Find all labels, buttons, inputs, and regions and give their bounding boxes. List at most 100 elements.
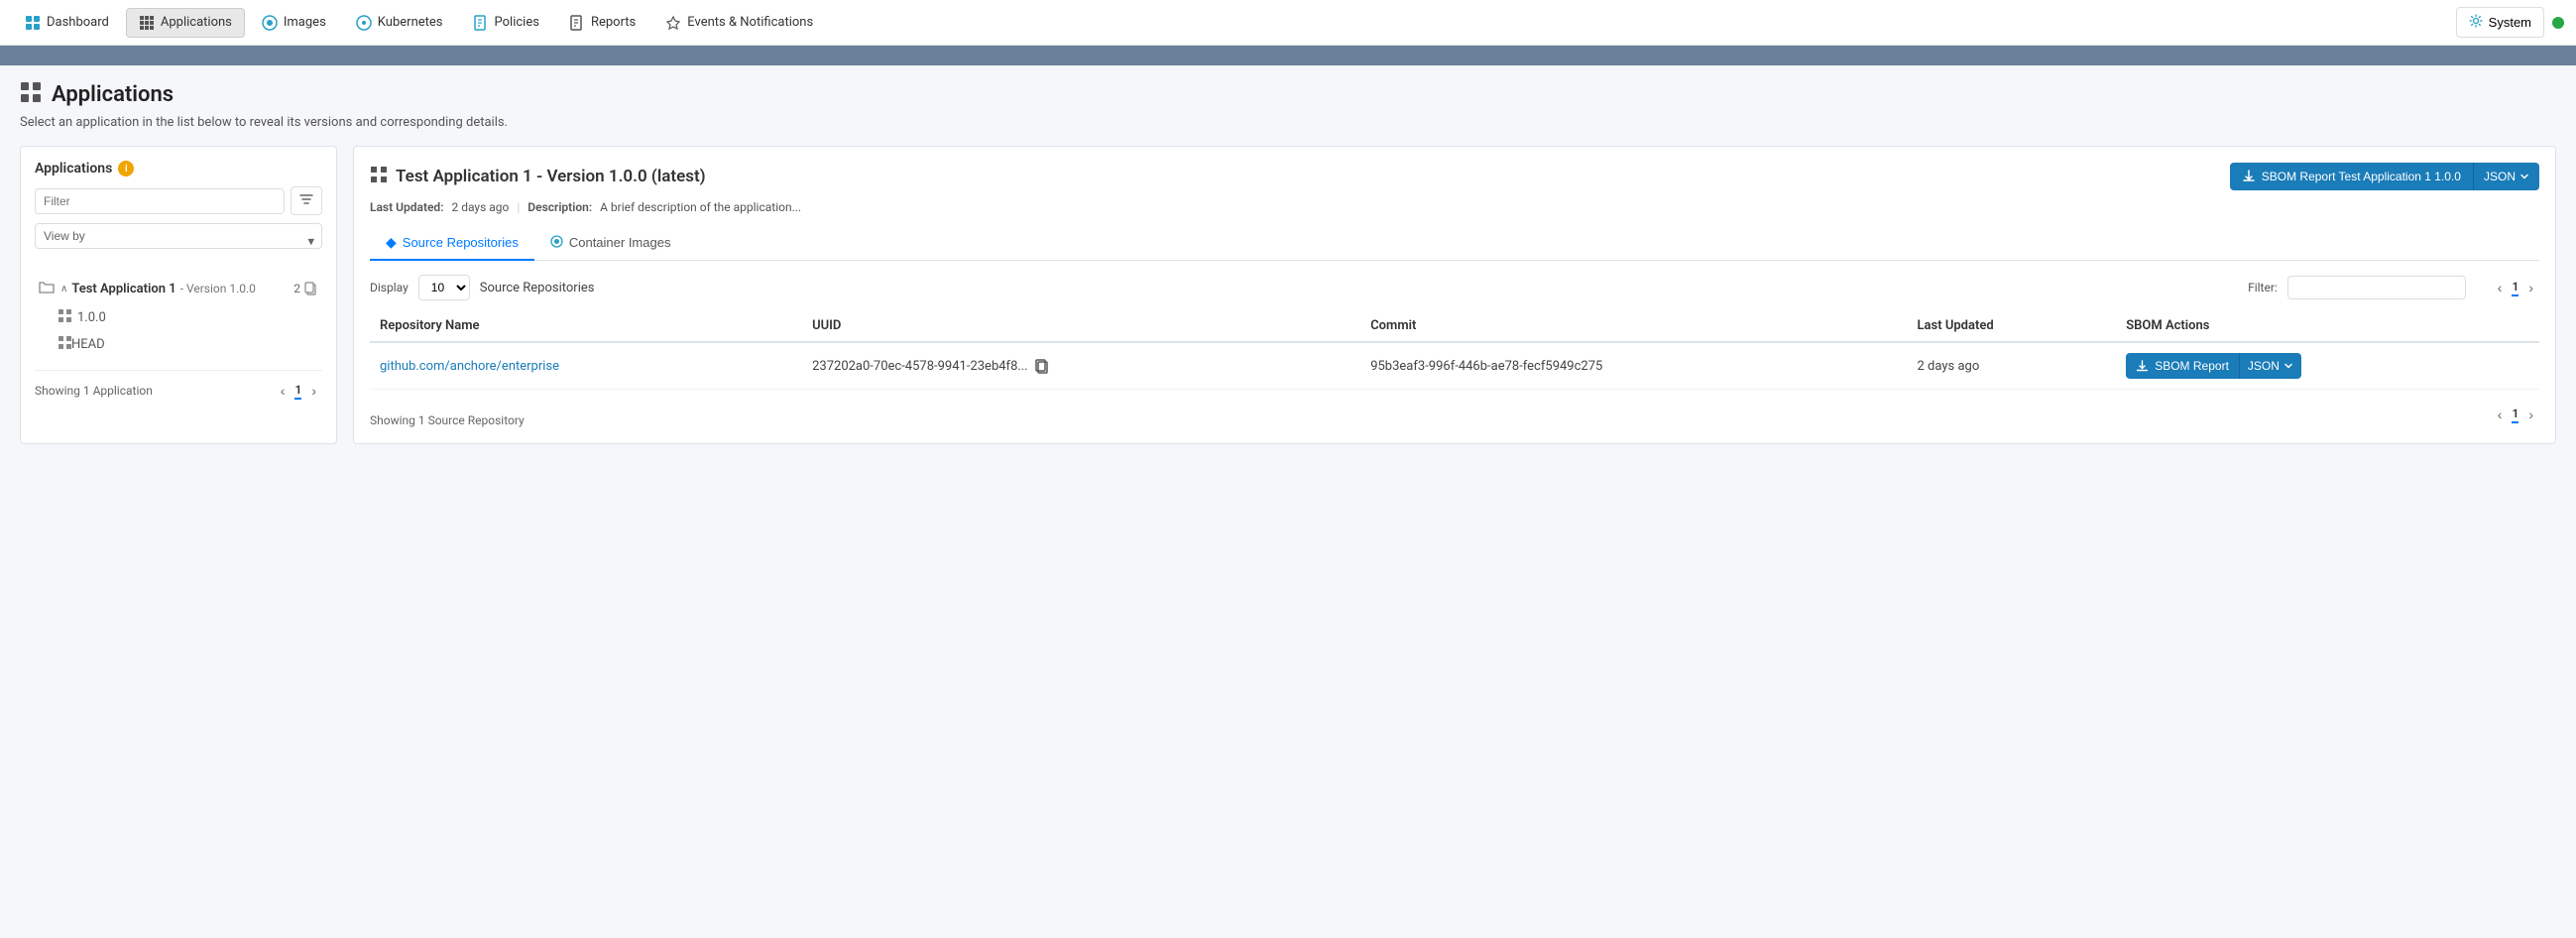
json-dropdown-button[interactable]: JSON — [2473, 163, 2539, 190]
sbom-download-button[interactable]: SBOM Report Test Application 1 1.0.0 — [2230, 163, 2473, 190]
last-updated-label: Last Updated: — [370, 200, 443, 214]
sbom-btn-label: SBOM Report Test Application 1 1.0.0 — [2262, 170, 2461, 183]
page-subtitle: Select an application in the list below … — [20, 115, 2556, 130]
row-download-icon — [2136, 360, 2149, 373]
view-by-wrapper: View by — [35, 223, 322, 261]
row-json-label: JSON — [2248, 359, 2280, 373]
row-sbom-label: SBOM Report — [2155, 359, 2229, 373]
col-sbom-actions: SBOM Actions — [2116, 310, 2539, 342]
app-header-grid-icon — [370, 166, 388, 188]
sbom-btn-group: SBOM Report Test Application 1 1.0.0 JSO… — [2230, 163, 2539, 190]
app-header-row: Test Application 1 - Version 1.0.0 (late… — [370, 163, 2539, 190]
nav-applications-label: Applications — [161, 15, 232, 30]
status-indicator — [2552, 17, 2564, 29]
table-body: github.com/anchore/enterprise 237202a0-7… — [370, 342, 2539, 390]
col-last-updated: Last Updated — [1908, 310, 2117, 342]
prev-page-btn[interactable]: ‹ — [275, 381, 292, 401]
nav-dashboard[interactable]: Dashboard — [12, 8, 122, 38]
table-toolbar: Display 10 25 50 Source Repositories Fil… — [370, 275, 2539, 300]
nav-reports-label: Reports — [591, 15, 636, 30]
nav-kubernetes-label: Kubernetes — [378, 15, 443, 30]
filter-label: Filter: — [2248, 281, 2278, 294]
uuid-copy-icon[interactable] — [1034, 358, 1050, 374]
col-commit: Commit — [1360, 310, 1907, 342]
system-button[interactable]: System — [2456, 7, 2544, 38]
meta-row: Last Updated: 2 days ago | Description: … — [370, 200, 2539, 214]
view-by-select[interactable]: View by — [35, 223, 322, 249]
left-panel: Applications i View by ∧ Test A — [20, 146, 337, 444]
system-label: System — [2489, 15, 2531, 30]
folder-icon — [39, 279, 55, 298]
gear-icon — [2469, 14, 2483, 31]
app-title-text: Test Application 1 - Version 1.0.0 (late… — [396, 167, 706, 186]
row-chevron-down-icon — [2283, 361, 2293, 371]
nav-events-label: Events & Notifications — [687, 15, 813, 30]
nav-policies-label: Policies — [495, 15, 539, 30]
last-updated-value: 2 days ago — [451, 200, 509, 214]
repo-link[interactable]: github.com/anchore/enterprise — [380, 359, 559, 374]
nav-kubernetes[interactable]: Kubernetes — [343, 8, 456, 38]
showing-apps-text: Showing 1 Application — [35, 384, 153, 398]
main-content: Applications Select an application in th… — [0, 65, 2576, 938]
dashboard-icon — [25, 15, 41, 31]
app-header-title: Test Application 1 - Version 1.0.0 (late… — [370, 166, 706, 188]
top-navigation: Dashboard Applications Images Kubernetes… — [0, 0, 2576, 46]
page-title: Applications — [52, 82, 174, 107]
nav-events[interactable]: Events & Notifications — [652, 8, 826, 38]
bottom-next-page-btn[interactable]: › — [2522, 405, 2539, 424]
copy-icon — [304, 282, 318, 295]
table-header: Repository Name UUID Commit Last Updated… — [370, 310, 2539, 342]
nav-applications[interactable]: Applications — [126, 8, 245, 38]
nav-images-label: Images — [284, 15, 326, 30]
layout: Applications i View by ∧ Test A — [20, 146, 2556, 444]
bottom-page-number: 1 — [2512, 407, 2518, 423]
col-repo-name: Repository Name — [370, 310, 802, 342]
page-number: 1 — [294, 383, 301, 400]
app-tree-item[interactable]: ∧ Test Application 1 - Version 1.0.0 2 — [35, 273, 322, 304]
nav-policies[interactable]: Policies — [460, 8, 552, 38]
filter-icon-button[interactable] — [291, 186, 322, 215]
display-select[interactable]: 10 25 50 — [418, 275, 470, 300]
tab-container-images[interactable]: Container Images — [534, 226, 687, 261]
filter-input[interactable] — [35, 188, 285, 214]
filter-row — [35, 186, 322, 215]
version-item-100[interactable]: 1.0.0 — [35, 304, 322, 331]
tab-source-repositories[interactable]: ◆ Source Repositories — [370, 226, 534, 261]
top-next-page-btn[interactable]: › — [2522, 278, 2539, 297]
nav-images[interactable]: Images — [249, 8, 339, 38]
source-repos-table: Repository Name UUID Commit Last Updated… — [370, 310, 2539, 390]
version-label: 1.0.0 — [77, 310, 106, 325]
nav-reports[interactable]: Reports — [556, 8, 648, 38]
sbom-actions-cell: SBOM Report JSON — [2126, 353, 2529, 379]
policies-icon — [473, 15, 489, 31]
tab-source-label: Source Repositories — [403, 235, 519, 250]
table-filter-input[interactable] — [2287, 276, 2466, 299]
table-footer: Showing 1 Source Repository ‹ 1 › — [370, 402, 2539, 427]
uuid-cell: 237202a0-70ec-4578-9941-23eb4f8... — [812, 358, 1350, 374]
download-icon — [2242, 170, 2256, 183]
images-icon — [262, 15, 278, 31]
kubernetes-icon — [356, 15, 372, 31]
row-sbom-report-btn[interactable]: SBOM Report — [2126, 353, 2239, 379]
bottom-prev-page-btn[interactable]: ‹ — [2492, 405, 2509, 424]
row-json-btn[interactable]: JSON — [2239, 353, 2301, 379]
meta-separator: | — [517, 200, 520, 214]
chevron-down-icon — [2519, 172, 2529, 181]
showing-repos-text: Showing 1 Source Repository — [370, 413, 525, 427]
next-page-btn[interactable]: › — [305, 381, 322, 401]
panel-title-text: Applications — [35, 161, 112, 176]
app-version: - Version 1.0.0 — [180, 282, 256, 295]
app-name: Test Application 1 — [71, 282, 176, 296]
top-prev-page-btn[interactable]: ‹ — [2492, 278, 2509, 297]
version-item-head[interactable]: HEAD — [35, 331, 322, 358]
right-pagination-top: ‹ 1 › — [2492, 278, 2539, 297]
nav-left: Dashboard Applications Images Kubernetes… — [12, 8, 826, 38]
copy-count: 2 — [293, 282, 300, 295]
cell-last-updated: 2 days ago — [1908, 342, 2117, 390]
description-value: A brief description of the application..… — [600, 200, 801, 214]
nav-right: System — [2456, 7, 2564, 38]
tab-container-label: Container Images — [569, 235, 671, 250]
json-label: JSON — [2484, 170, 2516, 183]
info-icon: i — [118, 161, 134, 176]
left-pagination: Showing 1 Application ‹ 1 › — [35, 370, 322, 401]
